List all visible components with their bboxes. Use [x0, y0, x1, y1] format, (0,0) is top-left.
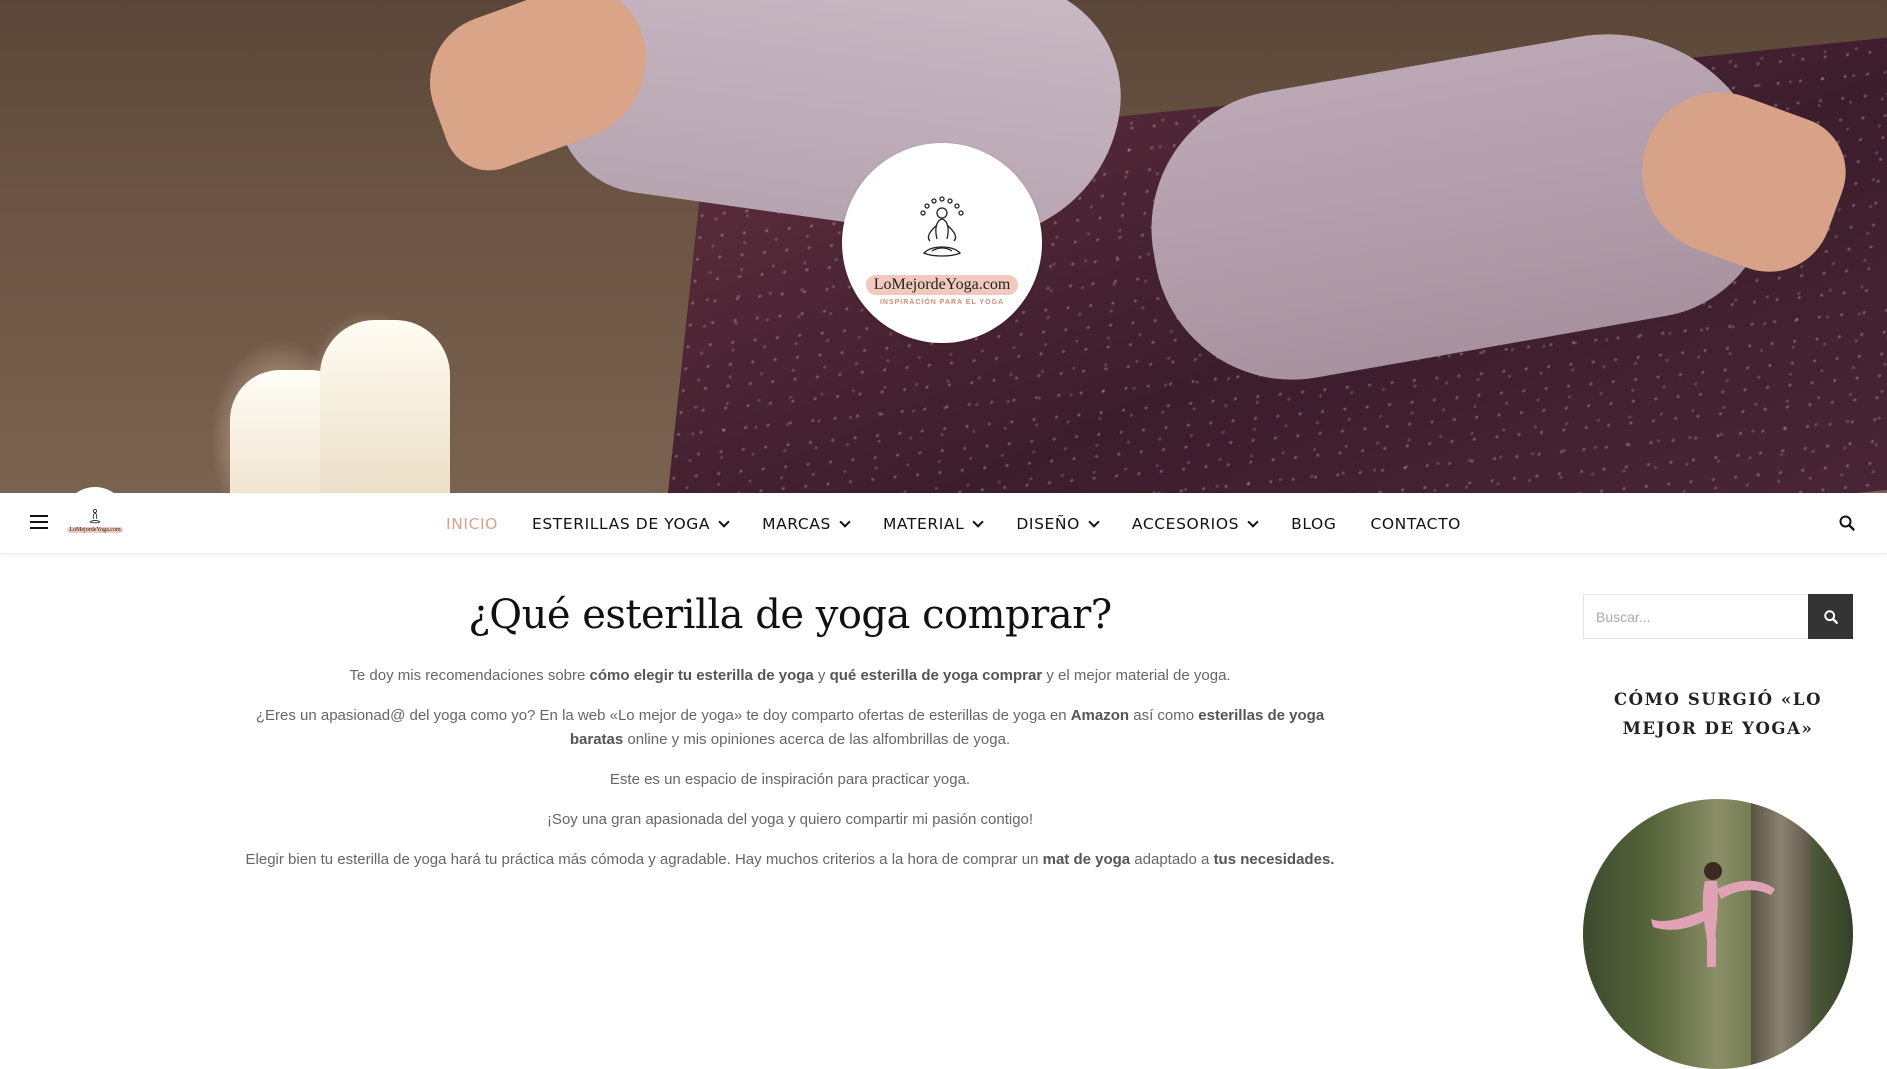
paragraph-text: y el mejor material de yoga. [1042, 667, 1231, 684]
paragraph-bold-text: tus necesidades. [1213, 851, 1335, 868]
paragraph-text: online y mis opiniones acerca de las alf… [623, 731, 1011, 748]
criteria-paragraph: Elegir bien tu esterilla de yoga hará tu… [245, 848, 1335, 872]
author-yoga-photo[interactable] [1583, 799, 1853, 1069]
nav-item-material[interactable]: MATERIAL [882, 514, 985, 533]
page-title: ¿Qué esterilla de yoga comprar? [468, 592, 1112, 638]
search-icon [1823, 609, 1838, 624]
nav-menu: INICIO ESTERILLAS DE YOGA MARCAS MATERIA… [0, 493, 1887, 554]
nav-item-diseno[interactable]: DISEÑO [1016, 514, 1100, 533]
main-content: ¿Qué esterilla de yoga comprar? Te doy m… [245, 554, 1335, 888]
meditation-figure-icon [920, 195, 964, 257]
nav-item-label: ESTERILLAS DE YOGA [531, 514, 711, 533]
sidebar: CÓMO SURGIÓ «LO MEJOR DE YOGA» [1583, 594, 1853, 1069]
paragraph-text: ¿Eres un apasionad@ del yoga como yo? En… [255, 707, 1071, 724]
chevron-down-icon [718, 515, 730, 528]
search-input[interactable] [1583, 594, 1808, 639]
nav-item-label: MATERIAL [882, 514, 965, 533]
intro-paragraph: Te doy mis recomendaciones sobre cómo el… [245, 664, 1335, 688]
site-logo[interactable]: LoMejordeYoga.com INSPIRACIÓN PARA EL YO… [842, 143, 1042, 343]
paragraph-bold-text: mat de yoga [1042, 851, 1131, 868]
paragraph-text: adaptado a [1130, 851, 1214, 868]
logo-tagline: INSPIRACIÓN PARA EL YOGA [879, 298, 1005, 306]
photo-yoga-pose [1651, 862, 1775, 967]
paragraph-bold-text: Amazon [1070, 707, 1130, 724]
nav-item-blog[interactable]: BLOG [1291, 515, 1336, 533]
main-navigation: LoMejordeYoga.com INICIO ESTERILLAS DE Y… [0, 487, 1887, 554]
chevron-down-icon [1088, 515, 1100, 528]
sidebar-search [1583, 594, 1853, 639]
nav-item-label: BLOG [1291, 514, 1337, 533]
nav-item-accesorios[interactable]: ACCESORIOS [1131, 514, 1259, 533]
passion-paragraph: ¡Soy una gran apasionada del yoga y quie… [546, 811, 1034, 828]
description-paragraph: ¿Eres un apasionad@ del yoga como yo? En… [245, 704, 1335, 752]
nav-item-contacto[interactable]: CONTACTO [1370, 515, 1461, 533]
logo-name: LoMejordeYoga.com [865, 274, 1019, 295]
hero-candle [320, 320, 450, 493]
inspiration-paragraph: Este es un espacio de inspiración para p… [609, 771, 971, 788]
nav-item-label: MARCAS [762, 514, 831, 533]
search-button[interactable] [1808, 594, 1853, 639]
nav-item-esterillas-de-yoga[interactable]: ESTERILLAS DE YOGA [531, 514, 730, 533]
nav-item-label: CONTACTO [1370, 514, 1461, 533]
search-icon[interactable] [1838, 514, 1856, 532]
widget-title: CÓMO SURGIÓ «LO MEJOR DE YOGA» [1613, 690, 1823, 738]
nav-item-marcas[interactable]: MARCAS [762, 514, 851, 533]
chevron-down-icon [839, 515, 851, 528]
paragraph-bold-text: cómo elegir tu esterilla de yoga [589, 667, 814, 684]
nav-item-label: INICIO [446, 514, 498, 533]
paragraph-text: así como [1129, 707, 1199, 724]
paragraph-text: y [813, 667, 830, 684]
hero-banner: LoMejordeYoga.com INSPIRACIÓN PARA EL YO… [0, 0, 1887, 493]
nav-item-inicio[interactable]: INICIO [446, 515, 498, 533]
nav-item-label: DISEÑO [1016, 514, 1080, 533]
paragraph-text: Elegir bien tu esterilla de yoga hará tu… [245, 851, 1043, 868]
nav-item-label: ACCESORIOS [1131, 514, 1240, 533]
paragraph-bold-text: qué esterilla de yoga comprar [829, 667, 1043, 684]
chevron-down-icon [1247, 515, 1259, 528]
paragraph-text: Te doy mis recomendaciones sobre [349, 667, 590, 684]
chevron-down-icon [972, 515, 985, 528]
